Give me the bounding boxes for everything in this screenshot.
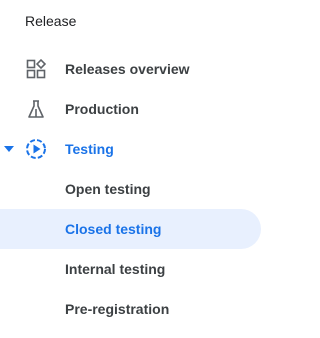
nav-item-production[interactable]: Production <box>0 89 284 129</box>
nav-item-label: Testing <box>65 141 114 157</box>
sub-item-internal-testing[interactable]: Internal testing <box>0 249 284 289</box>
release-navigation: Release Releases overview Production Tes… <box>0 0 284 338</box>
testing-play-circle-icon <box>25 138 47 160</box>
sub-item-label: Pre-registration <box>65 301 170 317</box>
sub-item-open-testing[interactable]: Open testing <box>0 169 284 209</box>
nav-item-testing[interactable]: Testing <box>0 129 284 169</box>
nav-item-releases-overview[interactable]: Releases overview <box>0 49 284 89</box>
chevron-down-icon[interactable] <box>4 145 14 153</box>
dashboard-grid-icon <box>25 58 47 80</box>
sub-item-label: Open testing <box>65 181 151 197</box>
sub-item-closed-testing[interactable]: Closed testing <box>0 209 284 249</box>
nav-item-label: Production <box>65 101 139 117</box>
sub-item-label: Closed testing <box>65 221 162 237</box>
sub-item-label: Internal testing <box>65 261 166 277</box>
nav-item-label: Releases overview <box>65 61 190 77</box>
sub-item-pre-registration[interactable]: Pre-registration <box>0 289 284 329</box>
production-flask-icon <box>25 98 47 120</box>
section-title: Release <box>25 13 77 29</box>
